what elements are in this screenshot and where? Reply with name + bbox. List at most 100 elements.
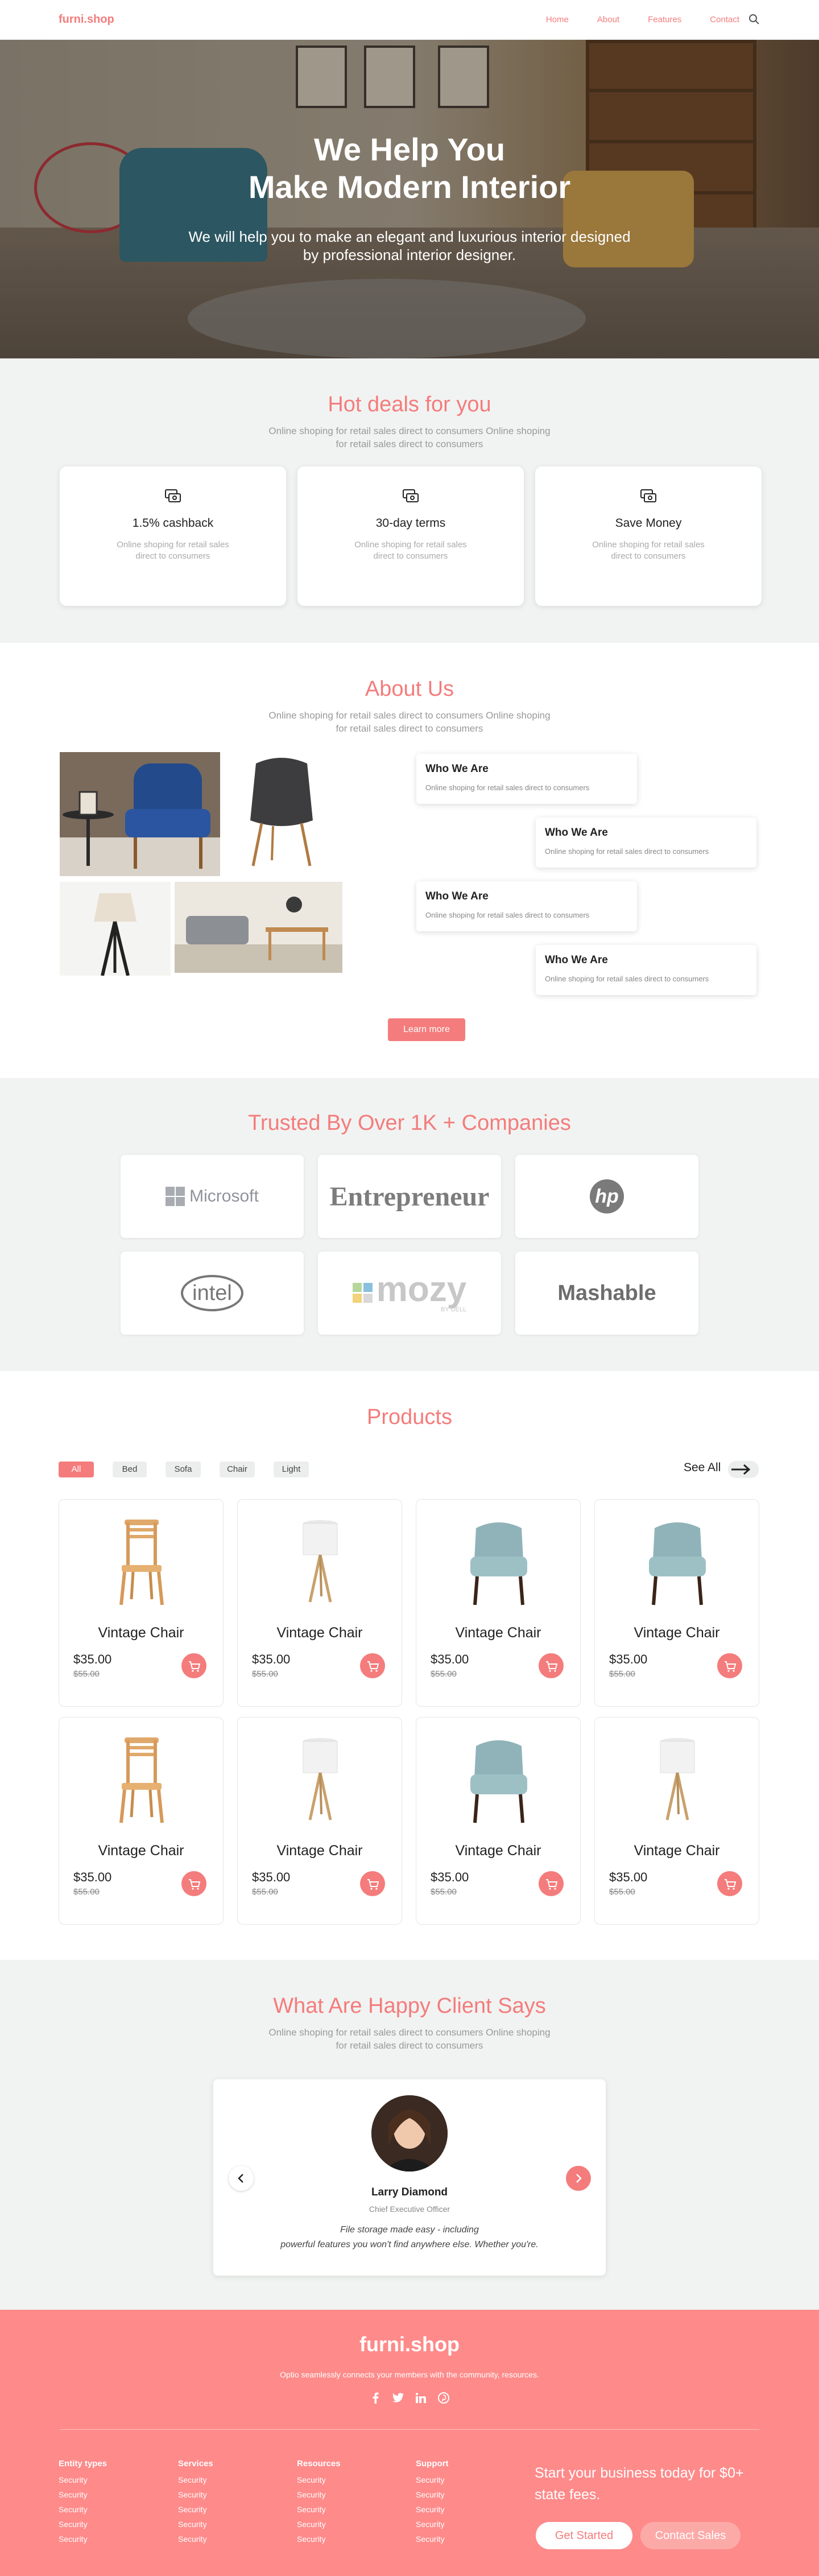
deal-card[interactable]: 1.5% cashback Online shoping for retail … <box>60 467 286 606</box>
product-card[interactable]: Vintage Chair $35.00 $55.00 <box>416 1499 581 1707</box>
filter-sofa[interactable]: Sofa <box>166 1462 201 1477</box>
footer-link[interactable]: Security <box>297 2520 399 2529</box>
product-image <box>286 1517 354 1608</box>
about-item: Who We Are Online shoping for retail sal… <box>536 945 756 995</box>
section-title: What Are Happy Client Says <box>273 1994 546 2018</box>
nav-links: Home About Features Contact <box>546 15 739 24</box>
contact-sales-button[interactable]: Contact Sales <box>640 2522 741 2549</box>
footer-link[interactable]: Security <box>178 2534 280 2544</box>
add-to-cart-button[interactable] <box>181 1653 206 1678</box>
footer-link[interactable]: Security <box>59 2520 161 2529</box>
filter-chair[interactable]: Chair <box>220 1462 255 1477</box>
footer-logo[interactable]: furni.shop <box>0 2333 819 2356</box>
hp-logo: hp <box>515 1155 698 1238</box>
footer-link[interactable]: Security <box>297 2475 399 2484</box>
product-name: Vintage Chair <box>634 1843 720 1859</box>
see-all-link[interactable]: See All <box>684 1461 721 1475</box>
next-testimonial-button[interactable] <box>566 2166 591 2191</box>
about-item: Who We Are Online shoping for retail sal… <box>416 881 637 931</box>
product-card[interactable]: Vintage Chair $35.00 $55.00 <box>594 1499 759 1707</box>
footer-link[interactable]: Security <box>59 2490 161 2499</box>
footer-link[interactable]: Security <box>178 2490 280 2499</box>
footer-link[interactable]: Security <box>59 2475 161 2484</box>
nav-link-contact[interactable]: Contact <box>710 15 739 24</box>
product-image <box>465 1735 533 1826</box>
about-item-desc: Online shoping for retail sales direct t… <box>425 911 590 919</box>
product-card[interactable]: Vintage Chair $35.00 $55.00 <box>594 1717 759 1925</box>
about-item-title: Who We Are <box>425 890 489 902</box>
add-to-cart-button[interactable] <box>717 1871 742 1896</box>
testimonials-section: What Are Happy Client Says Online shopin… <box>0 1960 819 2310</box>
learn-more-button[interactable]: Learn more <box>388 1018 465 1041</box>
nav-link-features[interactable]: Features <box>648 15 681 24</box>
add-to-cart-button[interactable] <box>360 1871 385 1896</box>
product-old-price: $55.00 <box>73 1887 100 1897</box>
footer-heading: Support <box>416 2459 449 2468</box>
footer-link[interactable]: Security <box>416 2520 518 2529</box>
product-old-price: $55.00 <box>431 1669 457 1679</box>
filter-all[interactable]: All <box>59 1462 94 1477</box>
footer-link[interactable]: Security <box>297 2534 399 2544</box>
get-started-button[interactable]: Get Started <box>536 2522 632 2549</box>
deal-title: 30-day terms <box>375 517 446 530</box>
add-to-cart-button[interactable] <box>181 1871 206 1896</box>
footer-link[interactable]: Security <box>178 2520 280 2529</box>
footer-link[interactable]: Security <box>178 2475 280 2484</box>
footer-link[interactable]: Security <box>416 2534 518 2544</box>
product-name: Vintage Chair <box>455 1625 541 1641</box>
footer-link[interactable]: Security <box>59 2505 161 2514</box>
product-price: $35.00 <box>73 1652 112 1666</box>
cart-icon <box>539 1879 564 1898</box>
footer-heading: Resources <box>297 2459 341 2468</box>
site-logo[interactable]: furni.shop <box>59 13 114 26</box>
product-old-price: $55.00 <box>609 1887 635 1897</box>
prev-testimonial-button[interactable] <box>229 2166 254 2191</box>
footer-link[interactable]: Security <box>297 2490 399 2499</box>
footer-link[interactable]: Security <box>416 2490 518 2499</box>
product-card[interactable]: Vintage Chair $35.00 $55.00 <box>59 1717 224 1925</box>
product-name: Vintage Chair <box>276 1843 363 1859</box>
footer-link[interactable]: Security <box>178 2505 280 2514</box>
deal-card[interactable]: 30-day terms Online shoping for retail s… <box>297 467 524 606</box>
dining-room-image <box>175 882 342 973</box>
pinterest-icon[interactable] <box>436 2391 451 2405</box>
chevron-right-icon <box>576 2174 582 2183</box>
see-all-arrow-button[interactable] <box>728 1461 759 1478</box>
twitter-icon[interactable] <box>391 2391 406 2405</box>
cart-icon <box>717 1661 742 1681</box>
entrepreneur-logo: Entrepreneur <box>318 1155 501 1238</box>
footer-link[interactable]: Security <box>416 2475 518 2484</box>
filter-bed[interactable]: Bed <box>113 1462 147 1477</box>
avatar <box>371 2095 448 2172</box>
search-icon[interactable] <box>748 14 760 25</box>
deal-desc: Online shoping for retail sales direct t… <box>117 540 229 561</box>
product-card[interactable]: Vintage Chair $35.00 $55.00 <box>416 1717 581 1925</box>
footer-link[interactable]: Security <box>59 2534 161 2544</box>
add-to-cart-button[interactable] <box>360 1653 385 1678</box>
deal-card[interactable]: Save Money Online shoping for retail sal… <box>535 467 762 606</box>
nav-link-about[interactable]: About <box>597 15 619 24</box>
add-to-cart-button[interactable] <box>539 1653 564 1678</box>
facebook-icon[interactable] <box>368 2391 383 2405</box>
section-title: Products <box>367 1405 452 1429</box>
deal-desc: Online shoping for retail sales direct t… <box>592 540 705 561</box>
add-to-cart-button[interactable] <box>539 1871 564 1896</box>
filter-light[interactable]: Light <box>274 1462 309 1477</box>
product-old-price: $55.00 <box>73 1669 100 1679</box>
arrow-right-icon <box>731 1464 751 1475</box>
hero-title: We Help You Make Modern Interior <box>248 131 571 205</box>
about-item: Who We Are Online shoping for retail sal… <box>536 818 756 868</box>
chevron-left-icon <box>238 2174 243 2183</box>
linkedin-icon[interactable] <box>413 2391 428 2405</box>
cart-icon <box>717 1879 742 1898</box>
add-to-cart-button[interactable] <box>717 1653 742 1678</box>
footer-link[interactable]: Security <box>416 2505 518 2514</box>
product-card[interactable]: Vintage Chair $35.00 $55.00 <box>237 1717 402 1925</box>
cart-icon <box>360 1661 385 1681</box>
cart-icon <box>181 1879 206 1898</box>
product-card[interactable]: Vintage Chair $35.00 $55.00 <box>237 1499 402 1707</box>
product-card[interactable]: Vintage Chair $35.00 $55.00 <box>59 1499 224 1707</box>
footer-link[interactable]: Security <box>297 2505 399 2514</box>
deal-title: 1.5% cashback <box>132 517 214 530</box>
nav-link-home[interactable]: Home <box>546 15 569 24</box>
